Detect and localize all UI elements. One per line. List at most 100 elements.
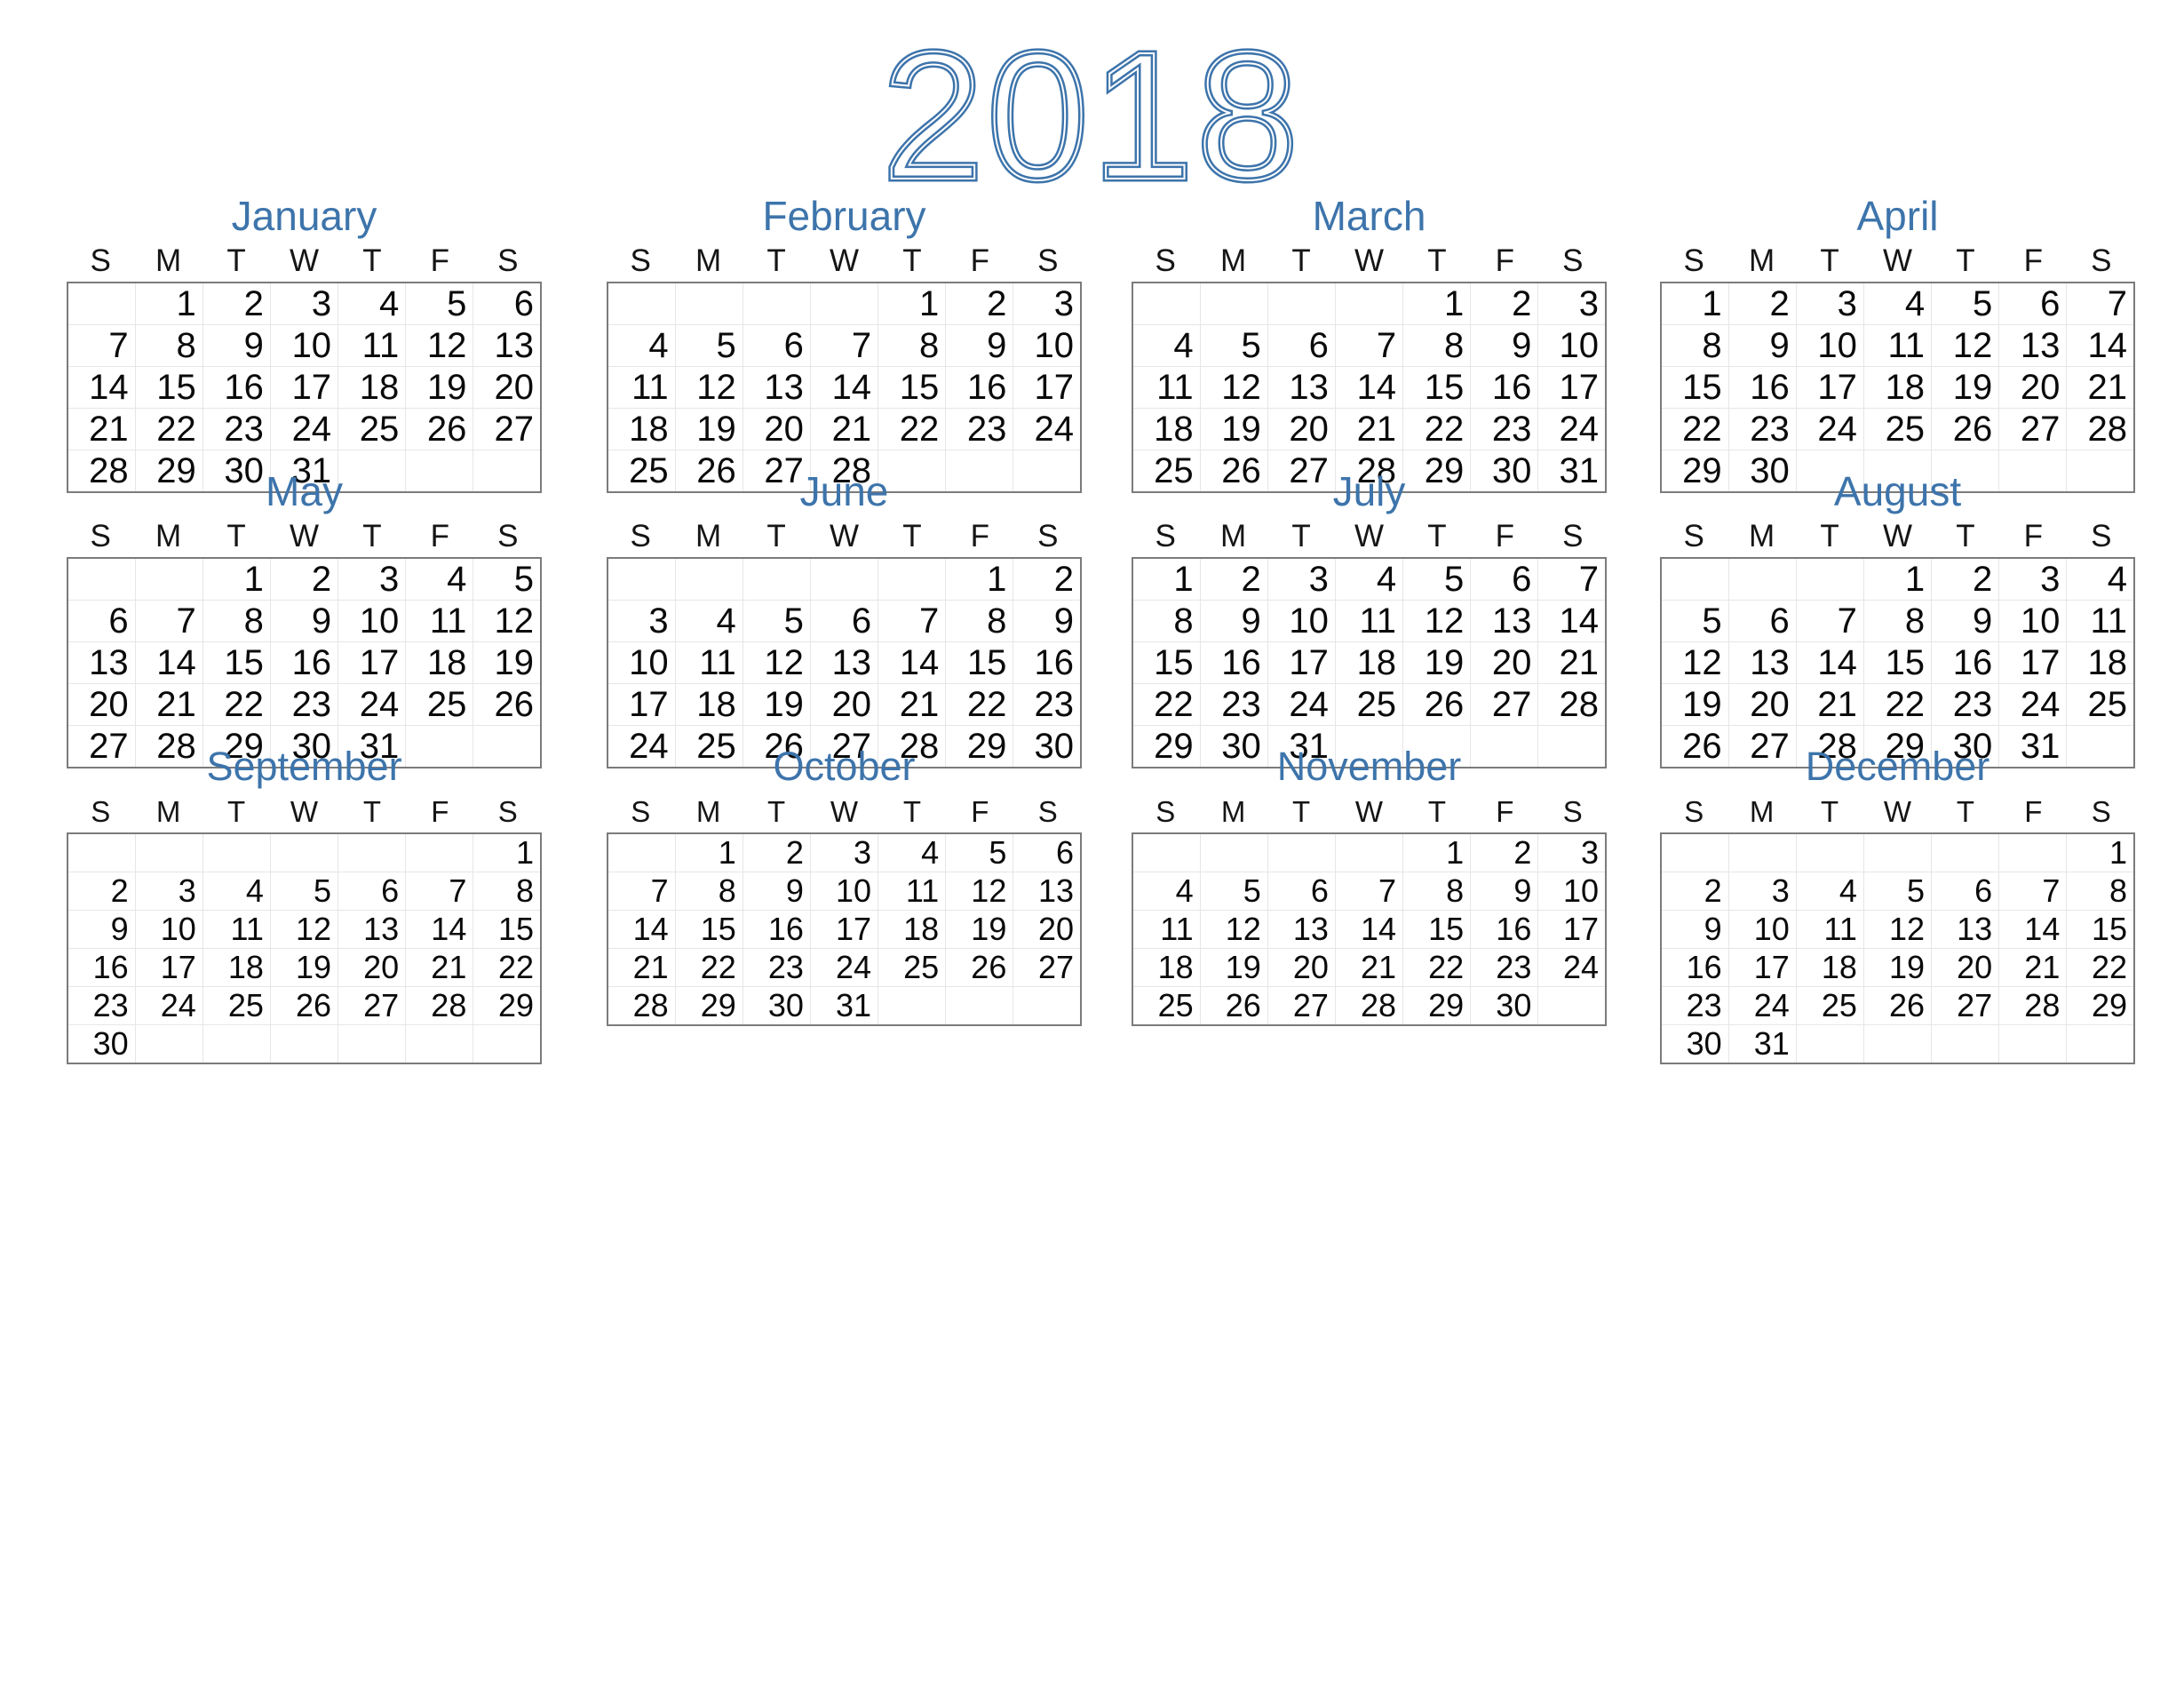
day-cell[interactable]: 5 <box>1862 872 1933 911</box>
day-cell[interactable]: 25 <box>2066 683 2135 726</box>
day-cell[interactable]: 4 <box>674 600 743 642</box>
day-cell[interactable]: 14 <box>1334 366 1404 409</box>
day-cell[interactable]: 22 <box>134 408 203 450</box>
day-cell[interactable]: 4 <box>2066 557 2135 601</box>
day-cell[interactable]: 28 <box>607 986 676 1026</box>
day-cell[interactable]: 6 <box>1998 282 2068 325</box>
day-cell[interactable]: 3 <box>809 832 879 872</box>
day-cell[interactable]: 11 <box>1334 600 1404 642</box>
day-cell[interactable]: 7 <box>2066 282 2135 325</box>
day-cell[interactable]: 14 <box>405 910 474 949</box>
day-cell[interactable]: 14 <box>134 641 203 684</box>
day-cell[interactable]: 18 <box>405 641 474 684</box>
day-cell[interactable]: 22 <box>878 408 947 450</box>
day-cell[interactable]: 1 <box>945 557 1014 601</box>
day-cell[interactable]: 11 <box>674 641 743 684</box>
day-cell[interactable]: 19 <box>473 641 542 684</box>
day-cell[interactable]: 5 <box>405 282 474 325</box>
day-cell[interactable]: 13 <box>1998 324 2068 367</box>
day-cell[interactable]: 4 <box>1862 282 1933 325</box>
day-cell[interactable]: 29 <box>1402 986 1472 1026</box>
day-cell[interactable]: 28 <box>2066 408 2135 450</box>
day-cell[interactable]: 3 <box>607 600 676 642</box>
day-cell[interactable]: 31 <box>1727 1024 1797 1064</box>
day-cell[interactable]: 16 <box>945 366 1014 409</box>
day-cell[interactable]: 9 <box>1660 910 1729 949</box>
day-cell[interactable]: 20 <box>1013 910 1082 949</box>
day-cell[interactable]: 9 <box>742 872 811 911</box>
day-cell[interactable]: 13 <box>338 910 407 949</box>
day-cell[interactable]: 13 <box>1931 910 2000 949</box>
day-cell[interactable]: 18 <box>674 683 743 726</box>
day-cell[interactable]: 6 <box>742 324 811 367</box>
day-cell[interactable]: 10 <box>1267 600 1336 642</box>
day-cell[interactable]: 2 <box>1470 282 1539 325</box>
day-cell[interactable]: 18 <box>1132 948 1201 987</box>
day-cell[interactable]: 20 <box>67 683 136 726</box>
day-cell[interactable]: 1 <box>202 557 271 601</box>
day-cell[interactable]: 21 <box>607 948 676 987</box>
day-cell[interactable]: 6 <box>1013 832 1082 872</box>
day-cell[interactable]: 22 <box>674 948 743 987</box>
day-cell[interactable]: 4 <box>338 282 407 325</box>
day-cell[interactable]: 30 <box>67 1024 136 1064</box>
day-cell[interactable]: 27 <box>1267 986 1336 1026</box>
day-cell[interactable]: 24 <box>1537 408 1607 450</box>
day-cell[interactable]: 11 <box>338 324 407 367</box>
day-cell[interactable]: 25 <box>1862 408 1933 450</box>
day-cell[interactable]: 22 <box>1402 948 1472 987</box>
day-cell[interactable]: 26 <box>269 986 339 1025</box>
day-cell[interactable]: 16 <box>1199 641 1268 684</box>
day-cell[interactable]: 12 <box>1199 910 1268 949</box>
day-cell[interactable]: 23 <box>1199 683 1268 726</box>
day-cell[interactable]: 10 <box>1727 910 1797 949</box>
day-cell[interactable]: 7 <box>134 600 203 642</box>
day-cell[interactable]: 24 <box>1998 683 2068 726</box>
day-cell[interactable]: 3 <box>269 282 339 325</box>
day-cell[interactable]: 17 <box>1013 366 1082 409</box>
day-cell[interactable]: 20 <box>1267 948 1336 987</box>
day-cell[interactable]: 15 <box>1402 910 1472 949</box>
day-cell[interactable]: 23 <box>67 986 136 1025</box>
day-cell[interactable]: 1 <box>674 832 743 872</box>
day-cell[interactable]: 9 <box>1931 600 2000 642</box>
day-cell[interactable]: 8 <box>202 600 271 642</box>
day-cell[interactable]: 13 <box>1267 910 1336 949</box>
day-cell[interactable]: 15 <box>1862 641 1933 684</box>
day-cell[interactable]: 11 <box>1862 324 1933 367</box>
day-cell[interactable]: 16 <box>1470 366 1539 409</box>
day-cell[interactable]: 20 <box>338 948 407 987</box>
day-cell[interactable]: 15 <box>1660 366 1729 409</box>
day-cell[interactable]: 9 <box>1727 324 1797 367</box>
day-cell[interactable]: 27 <box>1931 986 2000 1025</box>
day-cell[interactable]: 14 <box>1334 910 1404 949</box>
day-cell[interactable]: 20 <box>1470 641 1539 684</box>
day-cell[interactable]: 1 <box>1862 557 1933 601</box>
day-cell[interactable]: 3 <box>1998 557 2068 601</box>
day-cell[interactable]: 4 <box>607 324 676 367</box>
day-cell[interactable]: 23 <box>269 683 339 726</box>
day-cell[interactable]: 4 <box>1132 872 1201 911</box>
day-cell[interactable]: 17 <box>1727 948 1797 987</box>
day-cell[interactable]: 2 <box>1931 557 2000 601</box>
day-cell[interactable]: 13 <box>473 324 542 367</box>
day-cell[interactable]: 1 <box>878 282 947 325</box>
day-cell[interactable]: 11 <box>1132 910 1201 949</box>
day-cell[interactable]: 9 <box>945 324 1014 367</box>
day-cell[interactable]: 16 <box>1727 366 1797 409</box>
day-cell[interactable]: 10 <box>1998 600 2068 642</box>
day-cell[interactable]: 5 <box>269 872 339 911</box>
day-cell[interactable]: 29 <box>473 986 542 1025</box>
day-cell[interactable]: 21 <box>1334 948 1404 987</box>
day-cell[interactable]: 18 <box>202 948 271 987</box>
day-cell[interactable]: 7 <box>405 872 474 911</box>
day-cell[interactable]: 8 <box>1402 324 1472 367</box>
day-cell[interactable]: 28 <box>1334 986 1404 1026</box>
day-cell[interactable]: 21 <box>1795 683 1864 726</box>
day-cell[interactable]: 5 <box>1199 872 1268 911</box>
day-cell[interactable]: 21 <box>809 408 879 450</box>
day-cell[interactable]: 2 <box>202 282 271 325</box>
day-cell[interactable]: 23 <box>1931 683 2000 726</box>
day-cell[interactable]: 26 <box>1931 408 2000 450</box>
day-cell[interactable]: 26 <box>1402 683 1472 726</box>
